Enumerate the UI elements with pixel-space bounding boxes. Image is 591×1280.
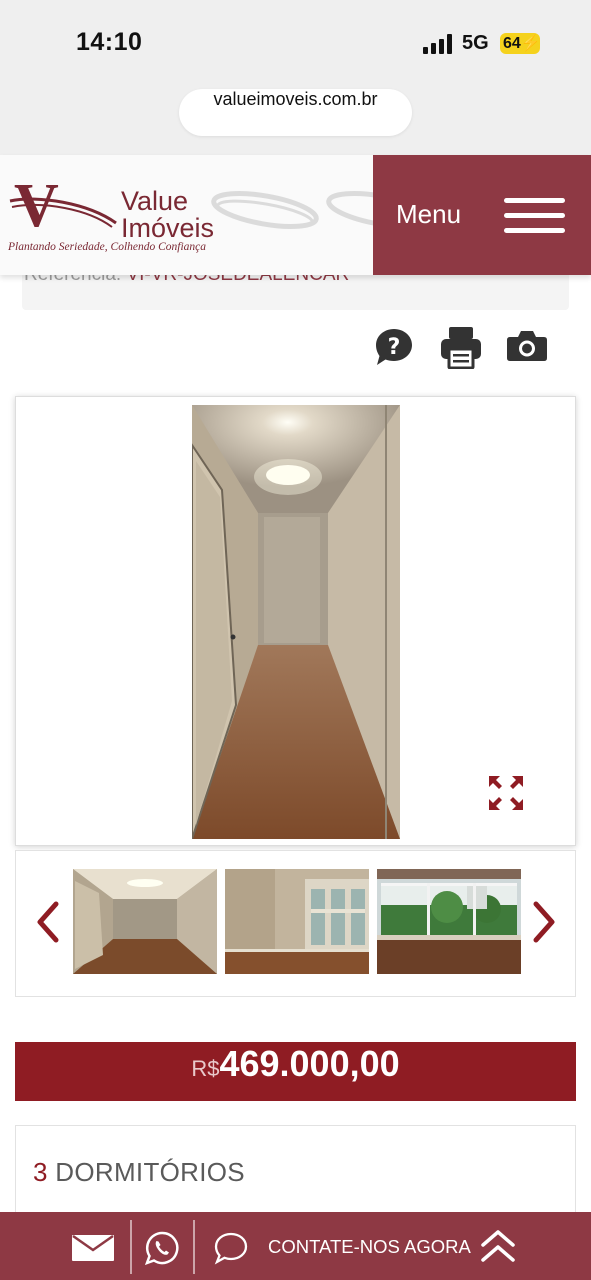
features-card: 3 DORMITÓRIOS [15,1125,576,1225]
hallway-thumb[interactable] [73,869,217,974]
logo-value-text: Value [121,186,189,216]
url-bar[interactable]: valueimoveis.com.br [179,89,412,136]
email-icon[interactable] [72,1235,114,1261]
signal-icon [423,34,453,54]
svg-text:?: ? [388,335,401,360]
contact-now-link[interactable]: CONTATE-NOS AGORA [268,1236,471,1258]
price-bar: R$469.000,00 [15,1042,576,1101]
window-view-thumb[interactable] [377,869,521,974]
watermark-logo-icon [211,191,319,229]
thumbnail-carousel [15,850,576,997]
divider [130,1220,132,1274]
site-header: V Value Imóveis Plantando Seriedade, Col… [0,155,591,275]
price-value: 469.000,00 [219,1043,400,1084]
bedrooms-count: 3 [33,1157,48,1187]
scroll-top-icon[interactable] [480,1228,516,1264]
bedrooms-label: DORMITÓRIOS [55,1157,245,1187]
chat-bubble-icon[interactable] [214,1231,248,1265]
living-room-thumb[interactable] [225,869,369,974]
whatsapp-icon[interactable] [145,1231,179,1265]
hamburger-icon[interactable] [504,198,565,234]
bottom-contact-bar: CONTATE-NOS AGORA [0,1212,591,1280]
chevron-right-icon[interactable] [530,901,558,943]
main-photo-card [15,396,576,846]
expand-icon[interactable] [487,774,525,812]
network-type: 5G [462,32,489,54]
hallway-photo[interactable] [192,405,400,839]
bedrooms-feature: 3 DORMITÓRIOS [33,1157,245,1188]
divider [193,1220,195,1274]
menu-label: Menu [396,199,462,229]
chevron-left-icon[interactable] [34,901,62,943]
battery-icon: 64⚡ [500,33,541,54]
question-icon[interactable]: ? [373,325,415,369]
camera-icon[interactable] [506,325,548,369]
logo-swoosh-icon [9,197,117,228]
status-time: 14:10 [76,28,143,56]
logo-imoveis-text: Imóveis [121,213,215,243]
status-bar: 14:10 5G 64⚡ valueimoveis.com.br [0,0,591,155]
price-currency: R$ [191,1056,220,1081]
logo-tagline: Plantando Seriedade, Colhendo Confiança [8,241,207,253]
menu-button[interactable]: Menu [373,155,591,275]
print-icon[interactable] [440,325,482,369]
battery-level: 64 [503,35,521,52]
site-logo[interactable]: V Value Imóveis Plantando Seriedade, Col… [6,175,226,260]
